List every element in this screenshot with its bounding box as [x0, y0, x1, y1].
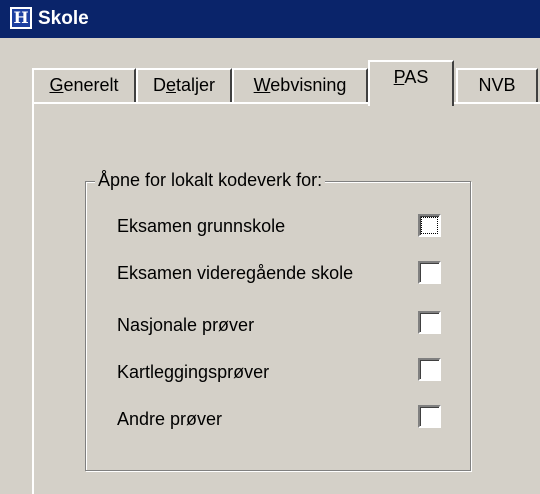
tab-detaljer-access-key: e [165, 75, 176, 95]
tab-detaljer-label-start: D [152, 75, 166, 95]
tab-nvb[interactable]: NVB [456, 68, 538, 102]
title-bar[interactable]: H Skole [0, 0, 540, 38]
tab-webvisning-label: ebvisning [270, 75, 347, 95]
groupbox-legend: Åpne for lokalt kodeverk for: [95, 168, 326, 192]
option-label-kartleggingsprover: Kartleggingsprøver [117, 362, 270, 382]
tab-pas[interactable]: PAS [368, 60, 454, 106]
tab-detaljer[interactable]: Detaljer [136, 68, 232, 102]
tab-webvisning-access-key: W [253, 75, 271, 95]
option-label-eksamen-grunnskole: Eksamen grunnskole [117, 216, 286, 236]
tab-generelt-access-key: G [49, 75, 64, 95]
tab-generelt-label: enerelt [63, 75, 119, 95]
checkbox-nasjonale-prover[interactable] [418, 311, 441, 334]
school-app-icon[interactable]: H [10, 7, 32, 29]
option-label-eksamen-videregaende: Eksamen videregående skole [117, 263, 354, 283]
tab-strip: Generelt Detaljer Webvisning PAS NVB [0, 60, 540, 106]
checkbox-eksamen-grunnskole[interactable] [418, 214, 441, 237]
checkbox-eksamen-videregaende[interactable] [418, 261, 441, 284]
option-label-nasjonale-prover: Nasjonale prøver [117, 315, 255, 335]
tab-generelt[interactable]: Generelt [32, 68, 136, 102]
tab-nvb-label: NVB [478, 75, 516, 95]
checkbox-andre-prover[interactable] [418, 405, 441, 428]
tab-pas-label: AS [404, 67, 429, 87]
tab-detaljer-label: taljer [176, 75, 216, 95]
skole-dialog: H Skole Generelt Detaljer Webvisning PAS… [0, 0, 540, 494]
option-label-andre-prover: Andre prøver [117, 409, 223, 429]
tab-webvisning[interactable]: Webvisning [232, 68, 368, 102]
window-title: Skole [38, 8, 89, 29]
tab-pas-access-key: P [393, 67, 405, 87]
checkbox-kartleggingsprover[interactable] [418, 358, 441, 381]
